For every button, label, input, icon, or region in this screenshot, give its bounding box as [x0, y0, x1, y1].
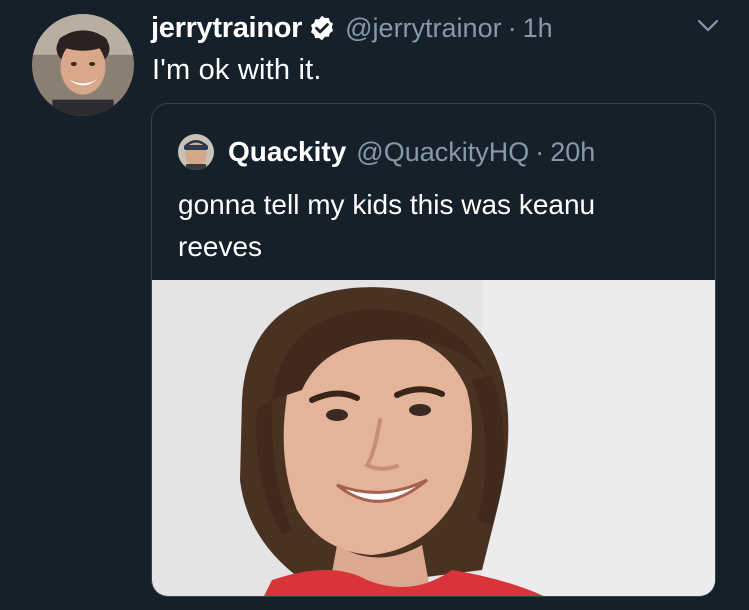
quoted-display-name[interactable]: Quackity — [228, 136, 346, 168]
tweet-header: jerrytrainor @jerrytrainor · 1h — [151, 8, 553, 48]
quoted-tweet-header: Quackity @QuackityHQ · 20h — [228, 132, 595, 172]
quoted-tweet-text: gonna tell my kids this was keanu reeves — [178, 189, 596, 262]
verified-badge-icon — [308, 14, 336, 42]
quoted-handle[interactable]: @QuackityHQ — [356, 137, 529, 168]
author-avatar[interactable] — [32, 14, 134, 116]
quoted-author-avatar[interactable] — [178, 134, 214, 170]
tweet[interactable]: jerrytrainor @jerrytrainor · 1h I'm ok w… — [0, 0, 749, 610]
separator-dot: · — [507, 12, 517, 43]
photo-portrait — [152, 280, 715, 596]
author-display-name[interactable]: jerrytrainor — [151, 12, 302, 45]
quoted-tweet-card[interactable]: Quackity @QuackityHQ · 20h gonna tell my… — [151, 103, 716, 597]
tweet-text: I'm ok with it. — [152, 54, 322, 86]
quoted-timestamp[interactable]: 20h — [550, 137, 595, 168]
quoted-avatar-image — [178, 134, 214, 170]
tweet-timestamp[interactable]: 1h — [523, 13, 553, 44]
quoted-tweet-photo[interactable] — [152, 280, 715, 596]
chevron-down-icon[interactable] — [695, 16, 721, 36]
author-avatar-image — [32, 14, 134, 116]
author-handle[interactable]: @jerrytrainor — [345, 13, 501, 44]
separator-dot: · — [535, 136, 545, 167]
